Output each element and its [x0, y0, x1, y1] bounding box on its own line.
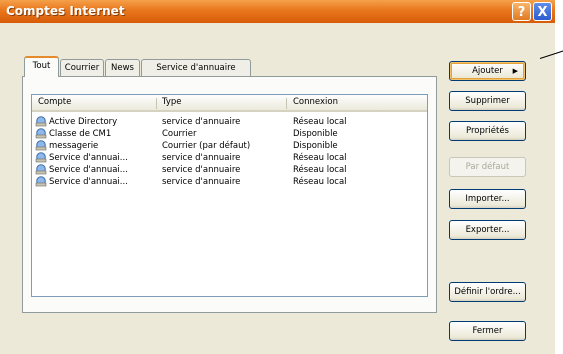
close-button[interactable]: Fermer: [449, 321, 526, 341]
triangle-right-icon: ▶: [512, 67, 518, 75]
list-item[interactable]: Active Directory service d'annuaire Rése…: [32, 116, 427, 128]
export-button[interactable]: Exporter...: [449, 220, 526, 240]
set-order-button[interactable]: Définir l'ordre...: [449, 282, 526, 302]
add-button[interactable]: Ajouter ▶: [449, 61, 526, 81]
tab-all[interactable]: Tout: [24, 56, 59, 77]
column-connection[interactable]: Connexion: [293, 97, 338, 107]
account-globe-icon: [35, 116, 47, 127]
list-item[interactable]: Service d'annuai... service d'annuaire R…: [32, 152, 427, 164]
account-name: Service d'annuai...: [49, 165, 128, 175]
account-type: service d'annuaire: [162, 165, 241, 175]
account-globe-icon: [35, 128, 47, 139]
tab-directory-service[interactable]: Service d'annuaire: [141, 59, 251, 76]
account-name: Service d'annuai...: [49, 177, 128, 187]
properties-button[interactable]: Propriétés: [449, 121, 526, 141]
account-name: Active Directory: [49, 117, 118, 127]
account-connection: Réseau local: [293, 117, 347, 127]
account-name: messagerie: [49, 141, 99, 151]
add-button-label: Ajouter: [472, 66, 503, 76]
account-connection: Disponible: [293, 129, 338, 139]
internet-accounts-dialog: Comptes Internet ? X Tout Courrier News …: [0, 0, 555, 354]
close-window-button[interactable]: X: [533, 2, 552, 21]
column-account[interactable]: Compte: [38, 97, 71, 107]
account-connection: Disponible: [293, 141, 338, 151]
account-globe-icon: [35, 176, 47, 187]
account-type: service d'annuaire: [162, 177, 241, 187]
column-separator[interactable]: [156, 98, 157, 109]
account-connection: Réseau local: [293, 177, 347, 187]
column-type[interactable]: Type: [162, 97, 182, 107]
account-globe-icon: [35, 152, 47, 163]
list-item[interactable]: Service d'annuai... service d'annuaire R…: [32, 176, 427, 188]
list-item[interactable]: Service d'annuai... service d'annuaire R…: [32, 164, 427, 176]
account-type: service d'annuaire: [162, 117, 241, 127]
tab-mail[interactable]: Courrier: [60, 59, 104, 76]
import-button[interactable]: Importer...: [449, 189, 526, 209]
window-title: Comptes Internet: [6, 4, 125, 18]
account-type: Courrier (par défaut): [162, 141, 251, 151]
account-globe-icon: [35, 140, 47, 151]
list-header: Compte Type Connexion: [32, 95, 427, 112]
list-item[interactable]: Classe de CM1 Courrier Disponible: [32, 128, 427, 140]
account-type: service d'annuaire: [162, 153, 241, 163]
title-bar[interactable]: Comptes Internet ? X: [0, 0, 555, 23]
help-button[interactable]: ?: [512, 2, 531, 21]
account-globe-icon: [35, 164, 47, 175]
account-name: Classe de CM1: [49, 129, 112, 139]
account-type: Courrier: [162, 129, 197, 139]
tab-news[interactable]: News: [105, 59, 140, 76]
accounts-list[interactable]: Compte Type Connexion Active Directory s…: [31, 94, 428, 297]
column-separator[interactable]: [286, 98, 287, 109]
list-item[interactable]: messagerie Courrier (par défaut) Disponi…: [32, 140, 427, 152]
account-name: Service d'annuai...: [49, 153, 128, 163]
account-connection: Réseau local: [293, 165, 347, 175]
account-connection: Réseau local: [293, 153, 347, 163]
remove-button[interactable]: Supprimer: [449, 91, 526, 111]
set-default-button[interactable]: Par défaut: [449, 157, 526, 177]
